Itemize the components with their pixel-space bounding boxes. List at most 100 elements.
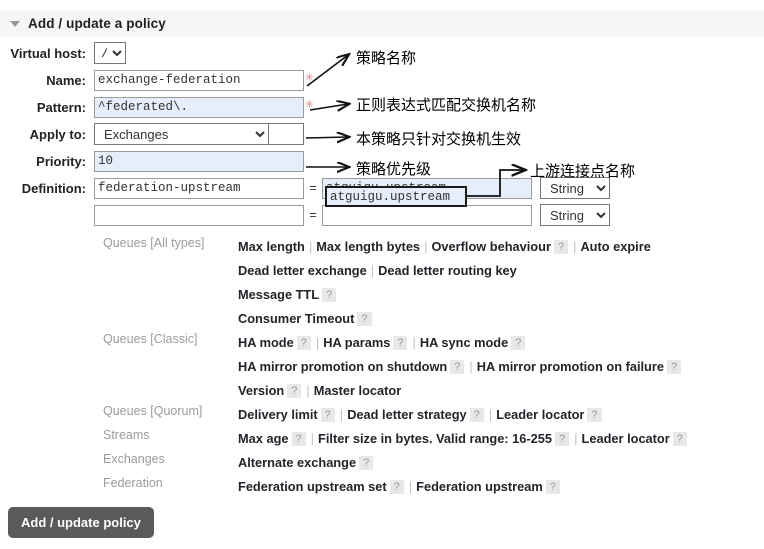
help-icon[interactable]: ? (287, 384, 302, 398)
priority-input[interactable] (94, 150, 304, 172)
option-separator: | (469, 359, 473, 374)
equals-sign-1: = (309, 180, 317, 196)
option-link-group: HA mirror promotion on shutdown? | HA mirr… (238, 356, 764, 377)
label-virtual-host: Virtual host: (10, 45, 86, 61)
option-link[interactable]: Federation upstream (416, 479, 543, 494)
equals-sign-2: = (309, 207, 317, 223)
name-input[interactable] (94, 69, 304, 91)
definition-type-select-1[interactable]: String (540, 177, 610, 199)
option-link[interactable]: Master locator (314, 383, 401, 398)
option-separator: | (315, 335, 320, 350)
definition-value-input-2[interactable] (322, 204, 532, 226)
option-category-label: Federation (103, 476, 163, 490)
option-link[interactable]: HA mirror promotion on shutdown (238, 359, 447, 374)
help-icon[interactable]: ? (587, 408, 602, 422)
option-separator: | (424, 239, 428, 254)
option-link[interactable]: Leader locator (496, 407, 584, 422)
option-link-group: Consumer Timeout? (238, 308, 764, 329)
help-icon[interactable]: ? (555, 432, 570, 446)
triangle-down-icon[interactable] (10, 20, 20, 27)
option-row: Federation Federation upstream set? | Feder… (0, 476, 764, 497)
option-link-group: Delivery limit? | Dead letter strategy? | Le… (238, 404, 764, 425)
form-row-definition-2: = String (0, 204, 764, 226)
definition-key-input-1[interactable] (94, 177, 304, 199)
option-row: Message TTL? (0, 284, 764, 305)
pattern-input[interactable] (94, 96, 304, 118)
option-separator: | (310, 431, 315, 446)
definition-key-input-2[interactable] (94, 204, 304, 226)
help-icon[interactable]: ? (320, 408, 335, 422)
option-category-label: Streams (103, 428, 150, 442)
form-row-definition: Definition: = String (0, 177, 764, 199)
option-link[interactable]: Leader locator (582, 431, 670, 446)
option-separator: | (573, 239, 577, 254)
help-icon[interactable]: ? (296, 336, 311, 350)
label-definition: Definition: (21, 180, 86, 196)
apply-to-extra-box (269, 123, 304, 145)
option-separator: | (339, 407, 344, 422)
option-row: Streams Max age? | Filter size in bytes. Va… (0, 428, 764, 449)
option-link[interactable]: Filter size in bytes. Valid range: 16-25… (318, 431, 552, 446)
help-icon[interactable]: ? (511, 336, 526, 350)
option-link[interactable]: Alternate exchange (238, 455, 356, 470)
help-icon[interactable]: ? (389, 480, 404, 494)
option-link[interactable]: Overflow behaviour (431, 239, 550, 254)
help-icon[interactable]: ? (545, 480, 560, 494)
option-link-group: Dead letter exchange | Dead letter routing… (238, 260, 764, 281)
option-category-label: Queues [All types] (103, 236, 205, 250)
label-priority: Priority: (36, 153, 86, 169)
option-link[interactable]: HA mode (238, 335, 294, 350)
option-link-group: HA mode? | HA params? | HA sync mode? (238, 332, 764, 353)
help-icon[interactable]: ? (469, 408, 484, 422)
option-link[interactable]: HA params (323, 335, 390, 350)
option-link[interactable]: HA sync mode (420, 335, 508, 350)
option-category-label: Queues [Classic] (103, 332, 198, 346)
help-icon[interactable]: ? (359, 456, 374, 470)
option-link-group: Message TTL? (238, 284, 764, 305)
option-link[interactable]: Dead letter strategy (347, 407, 466, 422)
option-link[interactable]: Message TTL (238, 287, 319, 302)
option-link[interactable]: HA mirror promotion on failure (477, 359, 664, 374)
help-icon[interactable]: ? (450, 360, 465, 374)
section-header[interactable]: Add / update a policy (0, 10, 764, 37)
form-row-virtual-host: Virtual host: / (0, 42, 764, 64)
option-link[interactable]: Max length (238, 239, 305, 254)
option-separator: | (574, 431, 578, 446)
option-row: HA mirror promotion on shutdown? | HA mirr… (0, 356, 764, 377)
definition-type-select-2[interactable]: String (540, 204, 610, 226)
add-update-policy-button[interactable]: Add / update policy (8, 507, 154, 538)
option-row: Version? | Master locator (0, 380, 764, 401)
option-row: Queues [Classic] HA mode? | HA params? | HA s… (0, 332, 764, 353)
option-separator: | (412, 335, 416, 350)
option-link[interactable]: Delivery limit (238, 407, 318, 422)
option-separator: | (370, 263, 375, 278)
option-link[interactable]: Consumer Timeout (238, 311, 354, 326)
option-link[interactable]: Version (238, 383, 284, 398)
help-icon[interactable]: ? (666, 360, 682, 374)
help-icon[interactable]: ? (393, 336, 408, 350)
option-category-label: Queues [Quorum] (103, 404, 203, 418)
option-link[interactable]: Max age (238, 431, 289, 446)
definition-value-input-1[interactable] (322, 177, 532, 199)
option-link-group: Max age? | Filter size in bytes. Valid ran… (238, 428, 764, 449)
page-title: Add / update a policy (28, 16, 166, 31)
virtual-host-select[interactable]: / (94, 42, 126, 64)
policy-definition-options: Queues [All types] Max length | Max length … (0, 236, 764, 500)
help-icon[interactable]: ? (291, 432, 306, 446)
option-link[interactable]: Auto expire (580, 239, 650, 254)
required-marker-name: ✳ (304, 71, 314, 84)
option-link[interactable]: Dead letter routing key (378, 263, 517, 278)
apply-to-select[interactable]: Exchanges (94, 123, 269, 145)
help-icon[interactable]: ? (322, 288, 337, 302)
option-row: Consumer Timeout? (0, 308, 764, 329)
form-row-apply-to: Apply to: Exchanges (0, 123, 764, 145)
form-row-name: Name: ✳ (0, 69, 764, 91)
required-marker-pattern: ✳ (304, 98, 314, 111)
option-link[interactable]: Dead letter exchange (238, 263, 367, 278)
option-link[interactable]: Federation upstream set (238, 479, 387, 494)
form-row-priority: Priority: (0, 150, 764, 172)
help-icon[interactable]: ? (357, 312, 372, 326)
option-link[interactable]: Max length bytes (316, 239, 420, 254)
help-icon[interactable]: ? (672, 432, 687, 446)
help-icon[interactable]: ? (553, 240, 569, 254)
